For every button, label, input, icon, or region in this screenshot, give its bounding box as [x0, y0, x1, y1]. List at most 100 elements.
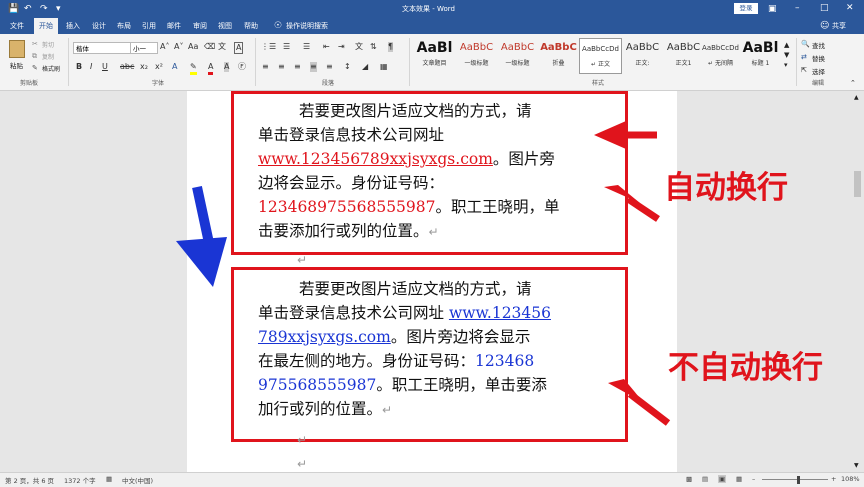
align-center-icon[interactable]: ≡: [278, 62, 285, 72]
sort-icon[interactable]: ⇅: [370, 42, 377, 52]
superscript-icon[interactable]: x²: [155, 62, 163, 72]
tab-help[interactable]: 帮助: [244, 21, 258, 31]
style-item[interactable]: AaBl 文章题目: [414, 38, 455, 72]
style-item[interactable]: AaBbC 正文:: [622, 38, 663, 72]
redo-icon[interactable]: ↷: [40, 4, 48, 14]
tab-references[interactable]: 引用: [142, 21, 156, 31]
zoom-slider[interactable]: [762, 479, 828, 480]
zoom-slider-thumb[interactable]: [797, 476, 800, 484]
login-button[interactable]: 登录: [734, 3, 758, 14]
style-item[interactable]: AaBl 标题 1: [740, 38, 781, 72]
zoom-in-icon[interactable]: +: [831, 475, 836, 483]
chinese-layout-icon[interactable]: 文: [355, 42, 363, 52]
save-icon[interactable]: 💾: [8, 4, 19, 14]
style-item[interactable]: AaBbC 正文1: [663, 38, 704, 72]
customize-icon[interactable]: ▾: [56, 4, 61, 14]
text-effects-icon[interactable]: A: [172, 62, 177, 72]
decrease-indent-icon[interactable]: ⇤: [323, 42, 330, 52]
style-item[interactable]: AaBbC 一级标题: [497, 38, 538, 72]
print-layout-icon[interactable]: ▣: [718, 475, 727, 483]
styles-scroll-icon[interactable]: ▲ ▼ ▾: [784, 40, 789, 70]
phonetic-icon[interactable]: 文: [218, 42, 226, 52]
restore-icon[interactable]: □: [820, 3, 829, 13]
style-item[interactable]: AaBbCcDd ↵ 无间隔: [700, 38, 741, 72]
style-item[interactable]: AaBbC 折叠: [538, 38, 579, 72]
cut-button[interactable]: 剪切: [42, 40, 54, 49]
copy-button[interactable]: 复制: [42, 52, 54, 61]
language[interactable]: 中文(中国): [122, 475, 153, 485]
close-icon[interactable]: ✕: [846, 3, 854, 13]
tab-layout[interactable]: 布局: [117, 21, 131, 31]
share-button[interactable]: 共享: [832, 21, 846, 31]
shrink-font-icon[interactable]: A˅: [174, 42, 183, 52]
font-name-select[interactable]: [73, 42, 131, 54]
zoom-out-icon[interactable]: –: [752, 475, 755, 483]
change-case-icon[interactable]: Aa: [188, 42, 198, 52]
enclosed-char-icon[interactable]: Ⓕ: [238, 62, 246, 72]
scroll-thumb[interactable]: [854, 171, 861, 197]
clear-format-icon[interactable]: ⌫: [204, 42, 215, 52]
separator: [255, 38, 256, 86]
italic-icon[interactable]: I: [90, 62, 92, 72]
tab-design[interactable]: 设计: [92, 21, 106, 31]
show-marks-icon[interactable]: ¶: [388, 42, 394, 52]
proofing-icon[interactable]: ▦: [106, 475, 112, 483]
page-count[interactable]: 第 2 页，共 6 页: [5, 475, 54, 485]
minimize-icon[interactable]: –: [795, 3, 800, 13]
shading-icon[interactable]: ◢: [362, 62, 368, 72]
style-item-selected[interactable]: AaBbCcDd ↵ 正文: [579, 38, 622, 74]
line-spacing-icon[interactable]: ↕: [344, 62, 351, 72]
format-painter-button[interactable]: 格式刷: [42, 64, 60, 73]
format-painter-icon[interactable]: ✎: [32, 63, 38, 73]
replace-icon[interactable]: ⇄: [801, 52, 807, 62]
increase-indent-icon[interactable]: ⇥: [338, 42, 345, 52]
style-item[interactable]: AaBbC 一级标题: [456, 38, 497, 72]
tab-mailings[interactable]: 邮件: [167, 21, 181, 31]
tell-me-search[interactable]: 操作说明搜索: [286, 21, 328, 31]
tab-view[interactable]: 视图: [218, 21, 232, 31]
zoom-level[interactable]: 108%: [841, 475, 860, 483]
underline-icon[interactable]: U: [102, 62, 108, 72]
char-shading-icon[interactable]: A: [224, 62, 230, 72]
undo-icon[interactable]: ↶: [24, 4, 32, 14]
numbering-icon[interactable]: ☰: [283, 42, 290, 52]
word-count[interactable]: 1372 个字: [64, 475, 96, 485]
select-icon[interactable]: ⇱: [801, 65, 807, 75]
find-icon[interactable]: 🔍: [801, 39, 810, 49]
align-right-icon[interactable]: ≡: [294, 62, 301, 72]
tab-review[interactable]: 审阅: [193, 21, 207, 31]
bullets-icon[interactable]: ⋮☰: [261, 42, 276, 52]
style-preview: AaBl: [742, 40, 779, 56]
vertical-scrollbar[interactable]: ▲ ▼: [852, 91, 864, 472]
tab-insert[interactable]: 插入: [66, 21, 80, 31]
web-layout-icon[interactable]: ▦: [736, 475, 742, 483]
scroll-down-icon[interactable]: ▼: [854, 461, 859, 471]
select-button[interactable]: 选择: [812, 66, 825, 76]
copy-icon[interactable]: ⧉: [32, 51, 37, 61]
paste-button[interactable]: 粘贴: [10, 60, 23, 70]
collapse-ribbon-icon[interactable]: ⌃: [850, 78, 856, 88]
highlight-icon[interactable]: ✎: [190, 62, 197, 75]
read-mode-icon[interactable]: ▤: [702, 475, 708, 483]
replace-button[interactable]: 替换: [812, 53, 825, 63]
bold-icon[interactable]: B: [76, 62, 82, 72]
char-border-icon[interactable]: A: [234, 42, 244, 54]
ribbon-display-icon[interactable]: ▣: [768, 4, 777, 14]
find-button[interactable]: 查找: [812, 40, 825, 50]
align-left-icon[interactable]: ≡: [262, 62, 269, 72]
grow-font-icon[interactable]: A˄: [160, 42, 169, 52]
borders-icon[interactable]: ▦: [380, 62, 388, 72]
justify-icon[interactable]: ≡: [310, 62, 317, 72]
cut-icon[interactable]: ✂: [32, 39, 38, 49]
subscript-icon[interactable]: x₂: [140, 62, 148, 72]
font-size-select[interactable]: [130, 42, 158, 54]
tab-file[interactable]: 文件: [10, 21, 24, 31]
font-color-icon[interactable]: A: [208, 62, 214, 75]
multilevel-list-icon[interactable]: ☰: [303, 42, 310, 52]
focus-mode-icon[interactable]: ▩: [686, 475, 692, 483]
distributed-icon[interactable]: ≡: [326, 62, 333, 72]
tab-home[interactable]: 开始: [34, 18, 58, 34]
scroll-up-icon[interactable]: ▲: [854, 93, 859, 103]
paste-icon[interactable]: [9, 40, 25, 58]
strikethrough-icon[interactable]: abc: [120, 62, 134, 72]
